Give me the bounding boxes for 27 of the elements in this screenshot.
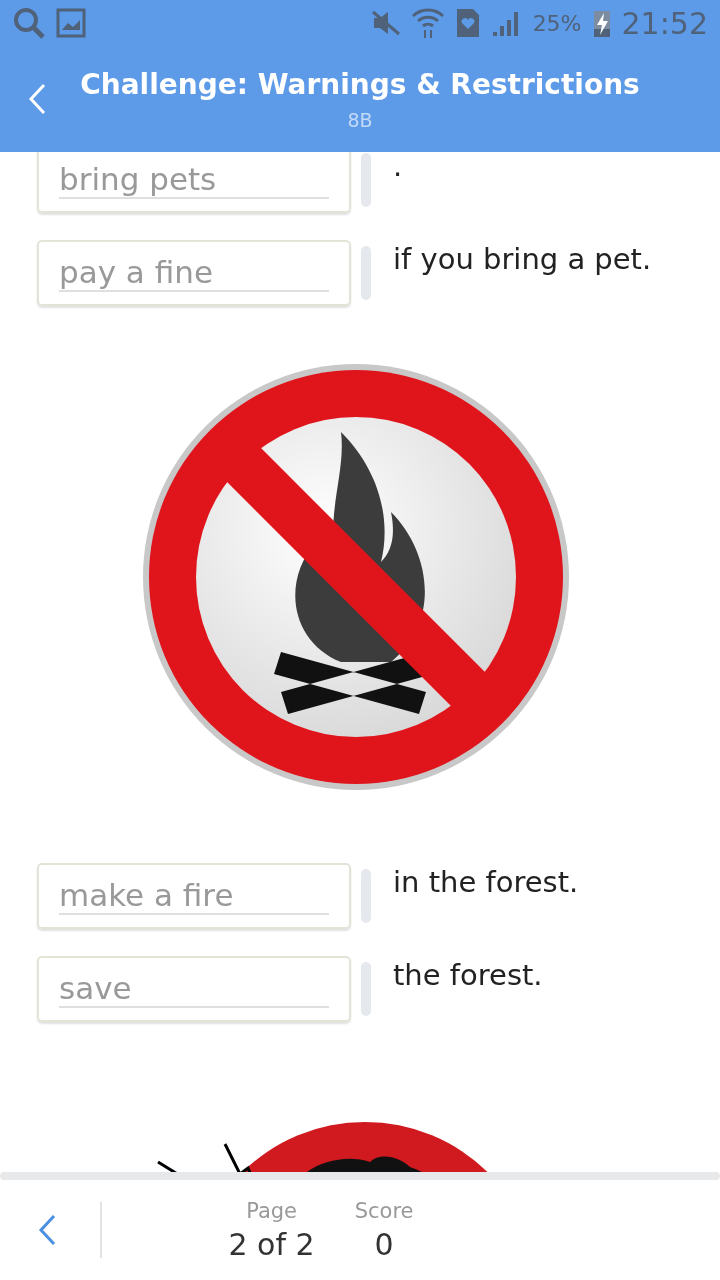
screen-subtitle: 8B — [347, 108, 373, 131]
answer-field[interactable]: save — [37, 956, 351, 1022]
back-icon — [28, 83, 46, 115]
drag-handle[interactable] — [361, 869, 371, 923]
answer-field[interactable]: bring pets — [37, 152, 351, 213]
score-value: 0 — [374, 1226, 394, 1262]
drag-handle[interactable] — [361, 246, 371, 300]
mute-icon — [370, 10, 401, 36]
screen-title: Challenge: Warnings & Restrictions — [80, 67, 640, 101]
answer-field[interactable]: pay a fine — [37, 240, 351, 306]
image-icon — [56, 8, 86, 38]
sentence-text: if you bring a pet. — [393, 242, 652, 276]
answer-field[interactable]: make a fire — [37, 863, 351, 929]
clock-time: 21:52 — [621, 5, 708, 41]
drag-handle[interactable] — [361, 962, 371, 1016]
search-icon — [12, 6, 46, 40]
battery-percent: 25% — [532, 10, 582, 36]
sentence-text: the forest. — [393, 958, 543, 992]
sentence-text: in the forest. — [393, 865, 579, 899]
back-icon — [38, 1214, 56, 1246]
page-value: 2 of 2 — [228, 1226, 315, 1262]
page-label: Page — [246, 1198, 297, 1223]
wifi-icon — [410, 6, 445, 40]
sentence-text: . — [393, 152, 403, 183]
drag-handle[interactable] — [361, 153, 371, 207]
sim-card-icon — [454, 7, 481, 39]
score-label: Score — [354, 1198, 414, 1223]
